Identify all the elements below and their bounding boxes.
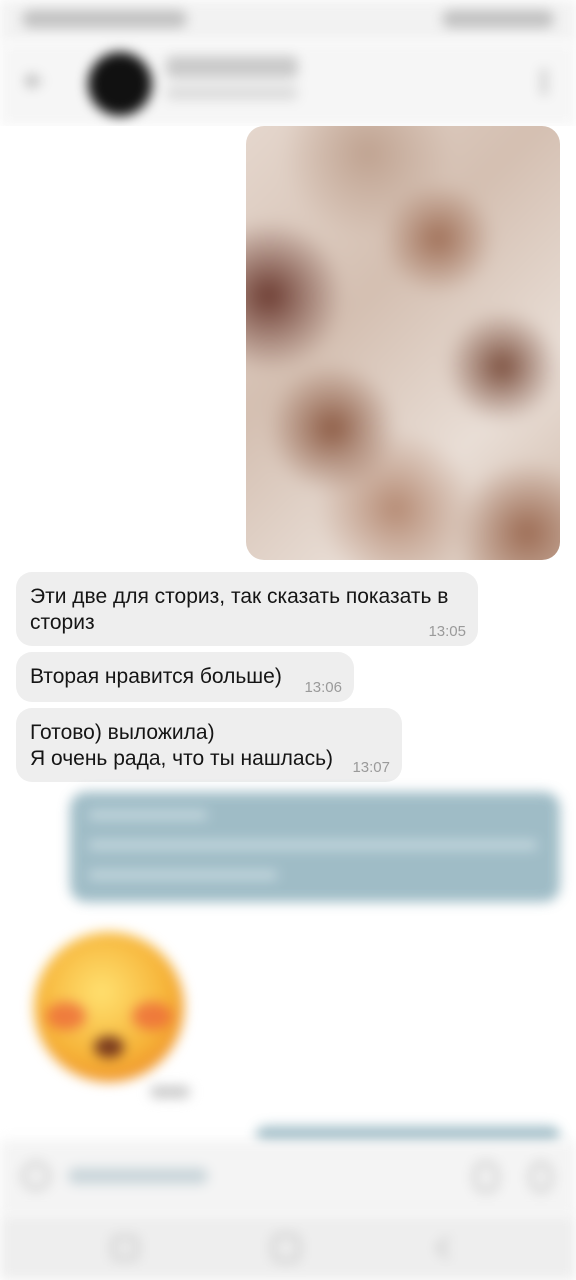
outgoing-message[interactable]	[70, 792, 560, 902]
message-text: Эти две для сториз, так сказать показать…	[30, 585, 449, 634]
message-time: 13:07	[352, 759, 390, 776]
more-vertical-icon[interactable]	[534, 68, 554, 96]
recent-apps-icon[interactable]	[112, 1236, 138, 1260]
message-input[interactable]	[68, 1168, 208, 1184]
status-time-area	[22, 10, 187, 28]
incoming-message[interactable]: Эти две для сториз, так сказать показать…	[16, 572, 478, 646]
incoming-message[interactable]: Вторая нравится больше) 13:06	[16, 652, 354, 702]
sticker-cheek	[46, 1002, 86, 1030]
message-composer	[0, 1140, 576, 1214]
home-icon[interactable]	[272, 1234, 300, 1262]
contact-name[interactable]	[166, 56, 298, 78]
contact-status	[166, 86, 298, 100]
reply-quote-line	[88, 810, 208, 820]
message-line	[88, 840, 538, 850]
chat-area[interactable]: Эти две для сториз, так сказать показать…	[0, 126, 576, 1146]
status-bar	[0, 0, 576, 42]
emoji-sticker[interactable]	[34, 932, 184, 1082]
sticker-mouth	[94, 1036, 124, 1058]
message-text: Вторая нравится больше)	[30, 665, 282, 688]
message-time: 13:05	[428, 623, 466, 640]
chat-header	[0, 42, 576, 126]
status-icons-area	[442, 10, 554, 28]
arrow-left-icon[interactable]	[22, 68, 48, 94]
message-line	[88, 870, 278, 880]
microphone-icon[interactable]	[530, 1162, 552, 1192]
emoji-icon[interactable]	[22, 1162, 50, 1190]
back-nav-icon[interactable]	[434, 1236, 452, 1260]
avatar[interactable]	[88, 52, 152, 116]
message-time: 13:06	[304, 679, 342, 696]
incoming-message[interactable]: Готово) выложила) Я очень рада, что ты н…	[16, 708, 402, 782]
photo-message[interactable]	[246, 126, 560, 560]
message-text: Готово) выложила) Я очень рада, что ты н…	[30, 721, 334, 770]
system-nav-bar	[0, 1214, 576, 1280]
photo-image	[246, 126, 560, 560]
sticker-cheek	[132, 1002, 172, 1030]
sticker-time	[150, 1086, 190, 1098]
paperclip-icon[interactable]	[474, 1162, 498, 1192]
